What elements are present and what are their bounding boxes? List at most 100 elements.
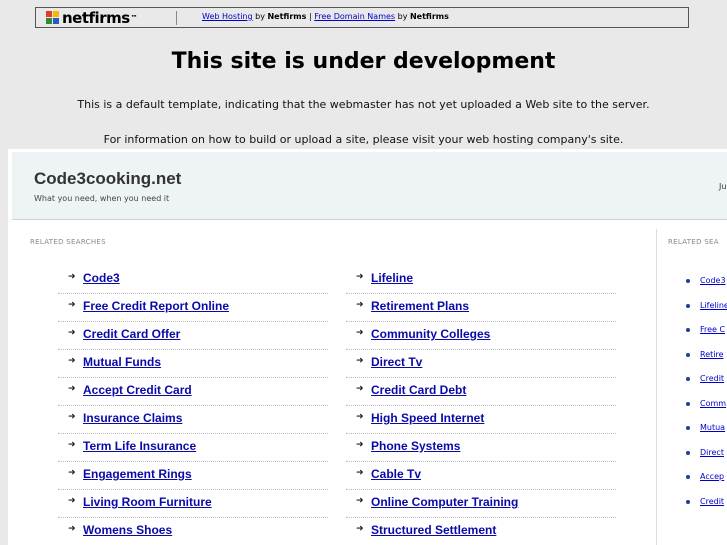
arrow-right-icon: ➜ [356, 300, 364, 310]
date-text: Ju [719, 182, 727, 191]
banner-brand-text: Netfirms [267, 12, 307, 21]
netfirms-logo-text: netfirms [62, 9, 130, 27]
side-search-link[interactable]: Mutua [700, 423, 725, 432]
column-divider [656, 229, 657, 545]
bullet-icon [686, 328, 690, 332]
arrow-right-icon: ➜ [68, 524, 76, 534]
bullet-icon [686, 450, 690, 455]
related-search-item: ➜ High Speed Internet [346, 406, 616, 434]
hosting-info-notice: For information on how to build or uploa… [103, 133, 624, 146]
related-search-item: ➜ Womens Shoes [58, 518, 328, 545]
related-search-link[interactable]: Mutual Funds [83, 355, 161, 369]
related-search-link[interactable]: Term Life Insurance [83, 439, 196, 453]
related-search-link[interactable]: Credit Card Debt [371, 383, 466, 397]
arrow-right-icon: ➜ [356, 412, 364, 422]
related-search-item: ➜ Engagement Rings [58, 462, 328, 490]
side-related-label: RELATED SEA [668, 238, 719, 246]
side-search-link[interactable]: Credit [700, 374, 724, 383]
page-title: This site is under development [171, 49, 556, 74]
bullet-icon [686, 303, 690, 308]
banner-by-text-2: by [397, 12, 408, 21]
related-searches-label: RELATED SEARCHES [30, 238, 106, 246]
related-search-item: ➜ Free Credit Report Online [58, 294, 328, 322]
related-search-item: ➜ Retirement Plans [346, 294, 616, 322]
related-search-link[interactable]: Accept Credit Card [83, 383, 192, 397]
bullet-icon [686, 499, 690, 504]
arrow-right-icon: ➜ [356, 524, 364, 534]
related-search-item: ➜ Structured Settlement [346, 518, 616, 545]
site-title: Code3cooking.net [34, 169, 182, 188]
side-search-link[interactable]: Comm [700, 399, 726, 408]
web-hosting-link[interactable]: Web Hosting [202, 12, 253, 21]
side-search-link[interactable]: Code3 [700, 276, 726, 285]
related-search-link[interactable]: Credit Card Offer [83, 327, 180, 341]
related-search-link[interactable]: Cable Tv [371, 467, 421, 481]
side-search-link[interactable]: Free C [700, 325, 725, 334]
bullet-icon [686, 352, 690, 357]
related-search-item: ➜ Community Colleges [346, 322, 616, 350]
related-search-link[interactable]: Lifeline [371, 271, 413, 285]
related-search-link[interactable]: Community Colleges [371, 327, 490, 341]
related-search-link[interactable]: Living Room Furniture [83, 495, 212, 509]
related-search-item: ➜ Code3 [58, 266, 328, 294]
related-search-item: ➜ Lifeline [346, 266, 616, 294]
bullet-icon [686, 279, 690, 283]
related-search-link[interactable]: Engagement Rings [83, 467, 192, 481]
arrow-right-icon: ➜ [356, 328, 364, 338]
banner-separator: | [308, 12, 312, 21]
side-search-link[interactable]: Accep [700, 472, 724, 481]
related-search-link[interactable]: Structured Settlement [371, 523, 496, 537]
related-search-link[interactable]: High Speed Internet [371, 411, 484, 425]
arrow-right-icon: ➜ [356, 496, 364, 506]
arrow-right-icon: ➜ [356, 384, 364, 394]
related-searches-right: ➜ Lifeline ➜ Retirement Plans ➜ Community Col… [346, 266, 616, 545]
netfirms-logo[interactable]: netfirms ™ [46, 9, 138, 27]
arrow-right-icon: ➜ [68, 496, 76, 506]
arrow-right-icon: ➜ [68, 328, 76, 338]
banner-brand-text-2: Netfirms [409, 12, 449, 21]
arrow-right-icon: ➜ [356, 272, 364, 282]
arrow-right-icon: ➜ [356, 356, 364, 366]
netfirms-logo-icon [46, 11, 60, 25]
related-search-link[interactable]: Womens Shoes [83, 523, 172, 537]
related-search-item: ➜ Accept Credit Card [58, 378, 328, 406]
side-search-link[interactable]: Lifeline [700, 301, 727, 310]
side-search-link[interactable]: Direct [700, 448, 724, 457]
related-search-item: ➜ Online Computer Training [346, 490, 616, 518]
side-search-link[interactable]: Retire [700, 350, 724, 359]
arrow-right-icon: ➜ [68, 412, 76, 422]
banner-by-text: by [255, 12, 265, 21]
related-search-item: ➜ Living Room Furniture [58, 490, 328, 518]
arrow-right-icon: ➜ [68, 300, 76, 310]
related-search-link[interactable]: Direct Tv [371, 355, 422, 369]
bullet-icon [686, 401, 690, 406]
bullet-icon [686, 377, 690, 381]
related-search-link[interactable]: Phone Systems [371, 439, 460, 453]
parked-domain-frame: Code3cooking.net What you need, when you… [8, 149, 727, 545]
related-search-item: ➜ Insurance Claims [58, 406, 328, 434]
template-notice: This is a default template, indicating t… [77, 98, 650, 111]
site-tagline: What you need, when you need it [34, 194, 170, 203]
related-search-link[interactable]: Code3 [83, 271, 120, 285]
arrow-right-icon: ➜ [68, 468, 76, 478]
bullet-icon [686, 426, 690, 430]
related-search-link[interactable]: Insurance Claims [83, 411, 182, 425]
bullet-icon [686, 475, 690, 479]
related-search-item: ➜ Phone Systems [346, 434, 616, 462]
arrow-right-icon: ➜ [68, 356, 76, 366]
related-search-item: ➜ Cable Tv [346, 462, 616, 490]
banner-links: Web Hosting by Netfirms | Free Domain Na… [202, 12, 449, 21]
related-search-item: ➜ Credit Card Offer [58, 322, 328, 350]
netfirms-banner: netfirms ™ Web Hosting by Netfirms | Free… [35, 7, 689, 28]
related-search-link[interactable]: Online Computer Training [371, 495, 518, 509]
related-search-item: ➜ Credit Card Debt [346, 378, 616, 406]
free-domain-names-link[interactable]: Free Domain Names [314, 12, 395, 21]
related-search-link[interactable]: Free Credit Report Online [83, 299, 229, 313]
banner-divider [176, 11, 177, 25]
arrow-right-icon: ➜ [68, 272, 76, 282]
side-search-link[interactable]: Credit [700, 497, 724, 506]
related-searches-left: ➜ Code3 ➜ Free Credit Report Online ➜ Credit … [58, 266, 328, 545]
related-search-link[interactable]: Retirement Plans [371, 299, 469, 313]
arrow-right-icon: ➜ [356, 468, 364, 478]
arrow-right-icon: ➜ [68, 440, 76, 450]
